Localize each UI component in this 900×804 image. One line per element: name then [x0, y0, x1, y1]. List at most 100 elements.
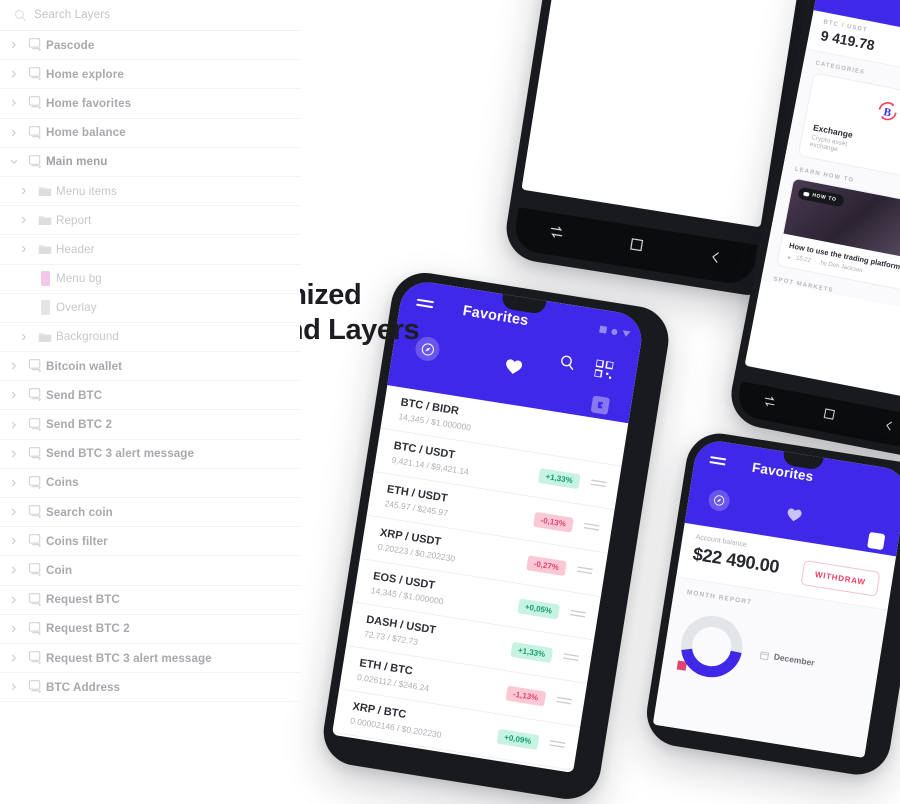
layer-name: Pascode — [46, 38, 95, 52]
layer-row-background[interactable]: Background — [0, 322, 300, 353]
chevron-right-icon[interactable] — [14, 177, 34, 206]
layer-row-request-btc-2[interactable]: Request BTC 2 — [0, 615, 300, 644]
change-badge: +1,33% — [510, 641, 554, 663]
recents-icon[interactable] — [761, 394, 777, 414]
layer-row-bitcoin-wallet[interactable]: Bitcoin wallet — [0, 352, 300, 382]
wallet-icon[interactable] — [590, 395, 611, 415]
search-layers-row[interactable]: Search Layers — [0, 0, 300, 31]
layer-row-search-coin[interactable]: Search coin — [0, 498, 300, 528]
layer-name: Search coin — [46, 505, 113, 519]
search-icon — [14, 9, 27, 22]
compass-icon[interactable] — [707, 488, 732, 513]
qr-code-icon[interactable] — [593, 358, 615, 384]
layer-row-send-btc-3-alert-message[interactable]: Send BTC 3 alert message — [0, 440, 300, 469]
chevron-right-icon[interactable] — [4, 614, 24, 643]
home-icon[interactable] — [822, 406, 836, 426]
heart-icon[interactable] — [503, 357, 524, 381]
layer-name: Send BTC 2 — [46, 418, 113, 432]
sparkline-icon — [589, 474, 608, 494]
layer-name: Overlay — [56, 301, 97, 315]
artboard-icon — [24, 359, 46, 373]
layer-row-report[interactable]: Report — [0, 206, 300, 236]
play-small-icon — [787, 255, 791, 259]
artboard-icon — [24, 622, 46, 636]
wallet-icon[interactable] — [867, 531, 886, 551]
change-badge: -0,27% — [525, 554, 568, 576]
favorites-list[interactable]: BTC / BIDR 14,345 / $1.000000 BTC / USDT 9,… — [332, 385, 629, 771]
chevron-right-icon[interactable] — [4, 468, 24, 497]
change-badge: +0,05% — [516, 597, 561, 620]
layer-row-coin[interactable]: Coin — [0, 556, 300, 586]
layer-row-send-btc[interactable]: Send BTC — [0, 381, 300, 411]
chevron-right-icon[interactable] — [14, 235, 34, 264]
layer-name: Coins — [46, 476, 79, 490]
layer-row-header[interactable]: Header — [0, 235, 300, 265]
month-report-donut — [674, 609, 750, 685]
artboard-icon — [24, 388, 46, 402]
layer-name: Header — [56, 242, 95, 256]
chevron-right-icon[interactable] — [4, 60, 24, 89]
chevron-right-icon[interactable] — [4, 644, 24, 673]
back-icon[interactable] — [882, 417, 896, 437]
change-badge: -1,13% — [505, 685, 547, 707]
chevron-right-icon[interactable] — [4, 381, 24, 410]
artboard-icon — [24, 38, 46, 52]
heart-icon[interactable] — [785, 507, 804, 528]
layer-name: Home favorites — [46, 96, 132, 110]
back-icon[interactable] — [707, 250, 723, 270]
layer-row-home-balance[interactable]: Home balance — [0, 119, 300, 148]
chevron-down-icon[interactable] — [4, 147, 24, 176]
layer-name: Menu bg — [56, 272, 102, 286]
folder-icon — [34, 331, 56, 343]
layer-name: Coin — [46, 563, 73, 577]
layers-panel: Search Layers Pascode Home explore Home fa… — [0, 0, 300, 703]
layer-row-request-btc[interactable]: Request BTC — [0, 586, 300, 615]
chevron-right-icon[interactable] — [4, 410, 24, 439]
layer-row-home-favorites[interactable]: Home favorites — [0, 89, 300, 119]
chevron-right-icon[interactable] — [4, 498, 24, 527]
chevron-right-icon[interactable] — [14, 322, 34, 351]
layer-name: Background — [56, 330, 119, 344]
layer-name: Menu items — [56, 184, 117, 198]
layer-name: Main menu — [46, 155, 108, 169]
layer-row-home-explore[interactable]: Home explore — [0, 60, 300, 90]
hamburger-icon[interactable] — [709, 456, 727, 468]
withdraw-button[interactable]: WITHDRAW — [800, 559, 881, 597]
layer-name: Send BTC 3 alert message — [46, 447, 195, 461]
layer-name: Request BTC — [46, 593, 120, 607]
chevron-right-icon[interactable] — [4, 118, 24, 147]
search-icon[interactable] — [558, 354, 576, 376]
recents-icon[interactable] — [547, 223, 565, 245]
chevron-right-icon[interactable] — [4, 31, 24, 60]
search-input[interactable]: Search Layers — [34, 9, 110, 21]
layer-row-coins-filter[interactable]: Coins filter — [0, 527, 300, 557]
chevron-right-icon[interactable] — [4, 352, 24, 381]
layer-row-send-btc-2[interactable]: Send BTC 2 — [0, 410, 300, 440]
layer-row-request-btc-3-alert-message[interactable]: Request BTC 3 alert message — [0, 644, 300, 674]
chevron-right-icon[interactable] — [4, 673, 24, 702]
folder-icon — [34, 214, 56, 226]
video-card[interactable]: HOW TO How to use the trading platform 1… — [776, 177, 900, 297]
layer-row-overlay[interactable]: Overlay — [0, 294, 300, 323]
layer-list: Pascode Home explore Home favorites Home ba… — [0, 31, 300, 703]
layer-row-main-menu[interactable]: Main menu — [0, 148, 300, 177]
chevron-right-icon[interactable] — [4, 89, 24, 118]
chevron-right-icon[interactable] — [4, 556, 24, 585]
layer-row-menu-bg[interactable]: Menu bg — [0, 265, 300, 294]
layer-row-pascode[interactable]: Pascode — [0, 31, 300, 61]
layer-name: Request BTC 2 — [46, 622, 130, 636]
artboard-icon — [24, 476, 46, 490]
chevron-right-icon[interactable] — [4, 585, 24, 614]
chevron-right-icon[interactable] — [14, 206, 34, 235]
layer-row-menu-items[interactable]: Menu items — [0, 177, 300, 207]
status-icons — [599, 325, 631, 338]
layer-row-coins[interactable]: Coins — [0, 469, 300, 498]
svg-text:B: B — [883, 106, 893, 119]
chevron-right-icon[interactable] — [4, 527, 24, 556]
layer-row-btc-address[interactable]: BTC Address — [0, 673, 300, 703]
artboard-icon — [24, 125, 46, 140]
layer-name: Send BTC — [46, 388, 103, 402]
artboard-icon — [24, 651, 46, 665]
chevron-right-icon[interactable] — [4, 439, 24, 468]
home-icon[interactable] — [628, 237, 644, 257]
